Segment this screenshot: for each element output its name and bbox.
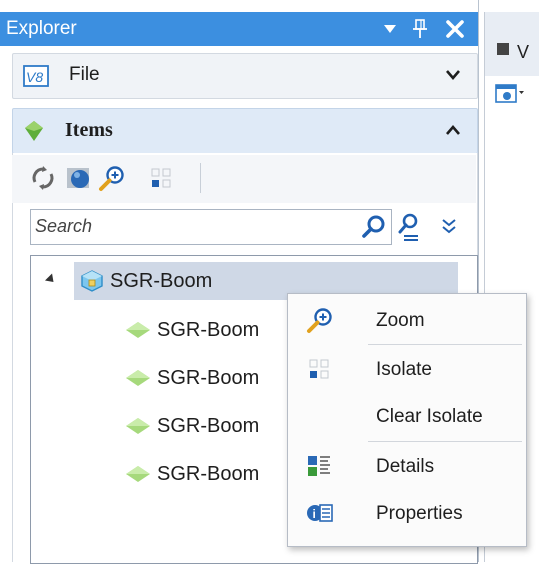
svg-text:V8: V8 <box>26 69 43 85</box>
panel-menu-button[interactable] <box>378 15 402 43</box>
view-options-button[interactable] <box>495 82 525 109</box>
v8-file-icon: V8 <box>23 65 49 92</box>
tree-child-node[interactable]: SGR-Boom <box>119 359 259 397</box>
search-input[interactable] <box>35 215 345 237</box>
tree-child-label: SGR-Boom <box>157 414 260 437</box>
tree-child-label: SGR-Boom <box>157 366 260 389</box>
items-toolbar <box>12 155 476 203</box>
tree-child-node[interactable]: SGR-Boom <box>119 455 259 493</box>
svg-text:i: i <box>313 507 316 521</box>
close-icon <box>446 20 464 38</box>
toolbar-separator <box>200 163 201 193</box>
menu-item-zoom[interactable]: Zoom <box>288 299 526 343</box>
pin-icon <box>413 19 427 38</box>
refresh-button[interactable] <box>30 165 56 191</box>
items-section-label: Items <box>65 119 113 141</box>
green-gem-icon <box>23 120 45 147</box>
properties-icon: i <box>306 500 333 526</box>
model-sphere-icon <box>67 168 89 188</box>
green-diamond-icon <box>125 465 151 483</box>
window-view-icon <box>495 84 524 103</box>
tree-child-node[interactable]: SGR-Boom <box>119 407 259 445</box>
items-section-header[interactable]: Items <box>12 108 478 154</box>
tree-expander-icon[interactable] <box>44 273 58 286</box>
pin-button[interactable] <box>408 15 432 43</box>
menu-separator <box>368 441 522 442</box>
isolate-icon <box>306 356 332 382</box>
menu-item-label: Isolate <box>376 359 432 380</box>
menu-item-label: Clear Isolate <box>376 406 483 427</box>
tree-child-label: SGR-Boom <box>157 462 260 485</box>
menu-item-label: Properties <box>376 503 463 524</box>
search-icon <box>362 215 385 238</box>
green-diamond-icon <box>125 417 151 435</box>
isolate-icon <box>151 168 171 188</box>
menu-separator <box>368 344 522 345</box>
user-search-icon <box>398 213 418 241</box>
cube-icon <box>80 269 104 293</box>
double-chevron-down-icon <box>442 219 456 234</box>
chevron-up-icon <box>445 123 461 141</box>
search-box <box>30 209 392 245</box>
green-diamond-icon <box>125 321 151 339</box>
file-section-label: File <box>69 64 100 85</box>
menu-item-label: Zoom <box>376 310 425 331</box>
second-pane-tab[interactable]: V <box>485 12 539 76</box>
tree-child-node[interactable]: SGR-Boom <box>119 311 259 349</box>
isolate-button[interactable] <box>148 165 174 191</box>
zoom-icon <box>306 307 332 333</box>
tree-root-label: SGR-Boom <box>110 269 213 292</box>
file-section-header[interactable]: V8 File <box>12 53 478 99</box>
model-view-button[interactable] <box>66 165 92 191</box>
close-button[interactable] <box>440 15 470 43</box>
square-icon <box>497 42 509 60</box>
chevron-down-icon <box>445 68 461 86</box>
explorer-titlebar: Explorer <box>0 12 478 46</box>
dropdown-arrow-icon <box>384 25 396 33</box>
details-icon <box>306 453 332 479</box>
zoom-button[interactable] <box>98 165 124 191</box>
green-diamond-icon <box>125 369 151 387</box>
second-pane-title: V <box>517 42 530 62</box>
menu-item-details[interactable]: Details <box>288 445 526 489</box>
menu-item-clear-isolate[interactable]: Clear Isolate <box>288 395 526 439</box>
expand-options-button[interactable] <box>438 216 460 238</box>
menu-item-properties[interactable]: i Properties <box>288 492 526 536</box>
menu-item-isolate[interactable]: Isolate <box>288 348 526 392</box>
menu-item-label: Details <box>376 456 435 477</box>
find-people-button[interactable] <box>396 212 424 242</box>
context-menu: Zoom Isolate Clear Isolate Details i Pro… <box>287 293 527 547</box>
explorer-title: Explorer <box>6 18 77 39</box>
tree-child-label: SGR-Boom <box>157 318 260 341</box>
search-button[interactable] <box>361 214 387 240</box>
refresh-icon <box>32 166 54 190</box>
zoom-icon <box>99 166 124 191</box>
